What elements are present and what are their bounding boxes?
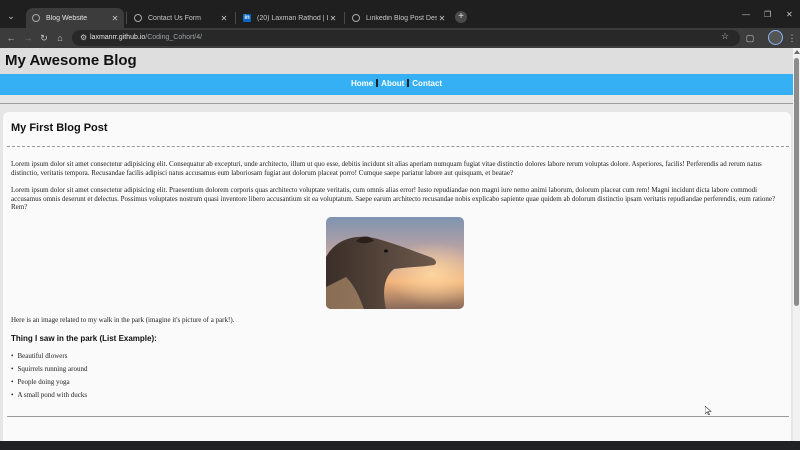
url-text[interactable]: laxmanrr.github.io/Coding_Cohort/4/ — [90, 34, 202, 41]
scroll-up-arrow-icon[interactable] — [794, 50, 800, 54]
tab-blog-website[interactable]: Blog Website ✕ — [26, 8, 124, 28]
tab-title: (20) Laxman Rathod | LinkedIn — [257, 14, 328, 22]
site-nav: Home About Contact — [0, 74, 793, 95]
back-arrow-icon[interactable]: ← — [4, 31, 18, 45]
reload-icon[interactable]: ↻ — [37, 31, 51, 45]
tab-linkedin-blog-post[interactable]: Linkedin Blog Post Description ✕ — [346, 8, 451, 28]
close-tab-icon[interactable]: ✕ — [328, 14, 338, 23]
list-heading: Thing I saw in the park (List Example): — [11, 334, 157, 343]
tab-strip: ⌄ Blog Website ✕ Contact Us Form ✕ in (2… — [0, 0, 800, 28]
site-header: My Awesome Blog — [0, 48, 793, 74]
dog-photo-illustration — [326, 217, 464, 309]
close-tab-icon[interactable]: ✕ — [437, 14, 447, 23]
site-info-icon[interactable]: ⚙ — [80, 33, 87, 42]
nav-divider-line — [0, 103, 793, 104]
profile-avatar[interactable] — [768, 30, 783, 45]
tab-title: Linkedin Blog Post Description — [366, 14, 437, 22]
list-item: Beautiful dlowers — [11, 352, 87, 365]
list-item: A small pond with ducks — [11, 391, 87, 404]
post-divider — [7, 416, 789, 417]
tab-separator — [126, 12, 127, 24]
dashed-divider — [7, 146, 789, 147]
tab-search-chevron-icon[interactable]: ⌄ — [4, 9, 18, 23]
address-bar[interactable]: ⚙ laxmanrr.github.io/Coding_Cohort/4/ — [72, 30, 740, 46]
globe-icon — [32, 14, 40, 22]
extensions-icon[interactable]: ▢ — [743, 31, 757, 45]
list-item: Squirrels running around — [11, 365, 87, 378]
home-icon[interactable]: ⌂ — [53, 31, 67, 45]
browser-toolbar: ← → ↻ ⌂ ⚙ laxmanrr.github.io/Coding_Coho… — [0, 28, 800, 48]
mouse-cursor-icon — [705, 406, 712, 415]
tab-contact-us-form[interactable]: Contact Us Form ✕ — [128, 8, 233, 28]
minimize-icon[interactable]: — — [742, 10, 750, 19]
site-title: My Awesome Blog — [5, 52, 137, 69]
bookmark-star-icon[interactable]: ☆ — [721, 31, 729, 42]
globe-icon — [352, 14, 360, 22]
tab-title: Blog Website — [46, 14, 88, 22]
browser-menu-icon[interactable]: ⋮ — [785, 31, 799, 45]
post-paragraph-2: Lorem ipsum dolor sit amet consectetur a… — [11, 186, 776, 211]
close-tab-icon[interactable]: ✕ — [219, 14, 229, 23]
nav-about-link[interactable]: About — [381, 79, 404, 88]
close-window-icon[interactable]: ✕ — [786, 10, 793, 19]
scrollbar-thumb[interactable] — [794, 58, 799, 306]
tab-linkedin[interactable]: in (20) Laxman Rathod | LinkedIn ✕ — [237, 8, 342, 28]
tab-title: Contact Us Form — [148, 14, 201, 22]
page-scrollbar[interactable] — [793, 48, 800, 441]
post-image-dog — [326, 217, 464, 309]
tab-separator — [235, 12, 236, 24]
page-viewport: My Awesome Blog Home About Contact My Firs… — [0, 48, 793, 441]
list-item: People doing yoga — [11, 378, 87, 391]
image-caption: Here is an image related to my walk in t… — [11, 316, 235, 324]
forward-arrow-icon[interactable]: → — [21, 31, 35, 45]
nav-home-link[interactable]: Home — [351, 79, 373, 88]
nav-divider — [376, 79, 379, 87]
close-tab-icon[interactable]: ✕ — [110, 14, 120, 23]
post-title: My First Blog Post — [11, 122, 108, 134]
restore-icon[interactable]: ❐ — [764, 10, 771, 19]
nav-divider — [407, 79, 410, 87]
new-tab-button[interactable]: + — [455, 11, 467, 23]
tab-separator — [344, 12, 345, 24]
linkedin-icon: in — [243, 14, 251, 22]
blog-post-card: My First Blog Post Lorem ipsum dolor sit… — [3, 112, 791, 441]
post-paragraph-1: Lorem ipsum dolor sit amet consectetur a… — [11, 160, 762, 177]
globe-icon — [134, 14, 142, 22]
window-bottom-edge — [0, 441, 800, 450]
nav-contact-link[interactable]: Contact — [412, 79, 442, 88]
park-things-list: Beautiful dlowers Squirrels running arou… — [11, 352, 87, 404]
